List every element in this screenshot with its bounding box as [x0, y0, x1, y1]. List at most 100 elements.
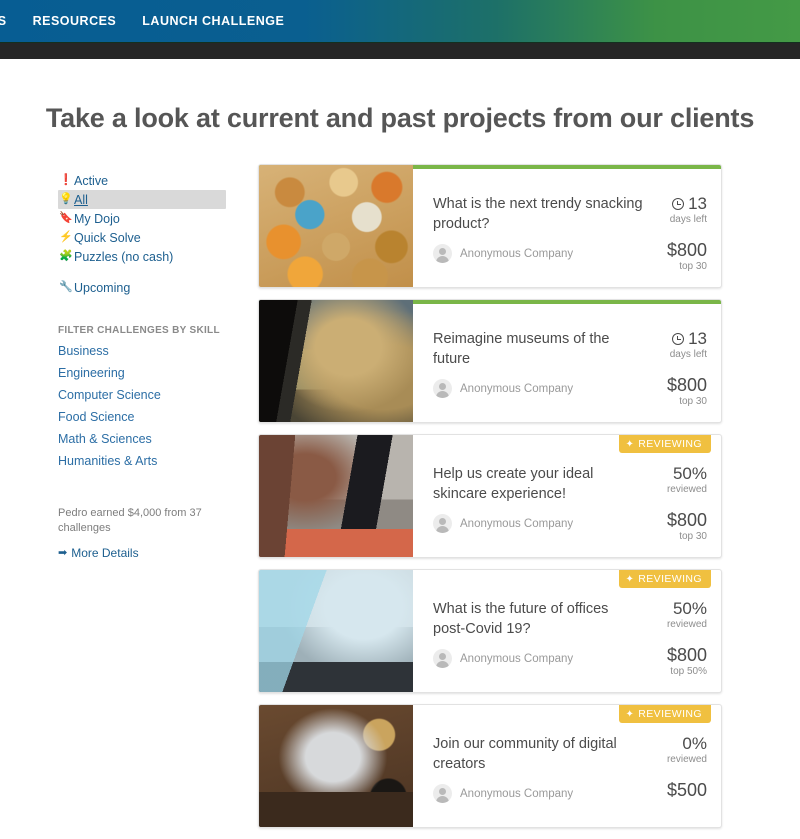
avatar [433, 514, 452, 533]
woman-phone-photo [259, 435, 413, 558]
card-prize-amount: $800 [611, 646, 707, 665]
card-metrics: 50%reviewed $800top 50% [611, 600, 707, 677]
sidebar-item-label: My Dojo [74, 212, 120, 226]
status-badge-label: REVIEWING [638, 708, 702, 720]
challenge-card[interactable]: Help us create your ideal skincare exper… [258, 434, 722, 558]
skill-filter-business[interactable]: Business [58, 344, 226, 358]
card-metric-primary-value: 0% [682, 735, 707, 753]
magnifier-icon: ✦ [626, 709, 635, 720]
bolt-icon: ⚡ [58, 232, 74, 243]
snack-bowls-photo [259, 165, 413, 288]
challenge-card[interactable]: Join our community of digital creatorsAn… [258, 704, 722, 828]
sidebar-spacer [58, 266, 226, 278]
status-badge: ✦REVIEWING [619, 570, 711, 588]
more-details-link[interactable]: ➡ More Details [58, 546, 226, 560]
card-metrics: 13days left $800top 30 [611, 195, 707, 272]
avatar [433, 784, 452, 803]
museum-giraffe-photo [259, 300, 413, 423]
lightbulb-icon: 💡 [58, 194, 74, 205]
status-badge-label: REVIEWING [638, 438, 702, 450]
card-prize-amount: $800 [611, 511, 707, 530]
exclamation-icon: ❗ [58, 175, 74, 186]
card-metrics: 13days left $800top 30 [611, 330, 707, 407]
skill-filter-humanities-arts[interactable]: Humanities & Arts [58, 454, 226, 468]
card-metric-primary-label: days left [611, 349, 707, 360]
challenge-card-list: What is the next trendy snacking product… [258, 164, 722, 839]
company-name: Anonymous Company [460, 653, 573, 665]
page-title: Take a look at current and past projects… [0, 103, 800, 134]
avatar [433, 244, 452, 263]
page-content: Take a look at current and past projects… [0, 59, 800, 800]
wrench-icon: 🔧 [58, 282, 74, 293]
skill-filter-math-sciences[interactable]: Math & Sciences [58, 432, 226, 446]
card-thumbnail [259, 300, 413, 423]
sidebar-item-quick-solve[interactable]: ⚡ Quick Solve [58, 228, 226, 247]
laptop-desk-photo [259, 705, 413, 828]
card-metric-primary-value: 50% [673, 465, 707, 483]
card-metric-primary-value: 13 [688, 195, 707, 213]
clock-icon [672, 333, 684, 345]
card-prize-label: top 30 [611, 261, 707, 272]
skill-filter-computer-science[interactable]: Computer Science [58, 388, 226, 402]
filter-heading: FILTER CHALLENGES BY SKILL [58, 325, 226, 336]
nav-item-solutions[interactable]: ONS [0, 14, 7, 28]
sidebar-item-label: Quick Solve [74, 231, 141, 245]
more-details-label: More Details [71, 546, 138, 560]
card-metric-primary-value: 13 [688, 330, 707, 348]
status-badge: ✦REVIEWING [619, 705, 711, 723]
secondary-dark-bar [0, 42, 800, 59]
card-metric-primary: 50% [611, 600, 707, 618]
sidebar-item-active[interactable]: ❗ Active [58, 171, 226, 190]
sidebar-item-my-dojo[interactable]: 🔖 My Dojo [58, 209, 226, 228]
card-prize-amount: $800 [611, 376, 707, 395]
card-prize-amount: $800 [611, 241, 707, 260]
status-badge: ✦REVIEWING [619, 435, 711, 453]
clock-icon [672, 198, 684, 210]
card-metric-primary-label: days left [611, 214, 707, 225]
card-prize-amount: $500 [611, 781, 707, 800]
earnings-summary: Pedro earned $4,000 from 37 challenges [58, 506, 208, 536]
card-prize-label: top 50% [611, 666, 707, 677]
challenge-card[interactable]: What is the future of offices post-Covid… [258, 569, 722, 693]
skill-filter-engineering[interactable]: Engineering [58, 366, 226, 380]
card-thumbnail [259, 435, 413, 558]
card-metric-primary: 50% [611, 465, 707, 483]
nav-item-launch-challenge[interactable]: LAUNCH CHALLENGE [142, 14, 284, 28]
magnifier-icon: ✦ [626, 439, 635, 450]
card-prize-label: top 30 [611, 531, 707, 542]
sidebar-item-label: Upcoming [74, 281, 130, 295]
card-thumbnail [259, 165, 413, 288]
card-metric-primary: 0% [611, 735, 707, 753]
card-metric-primary-label: reviewed [611, 619, 707, 630]
sidebar-item-all[interactable]: 💡 All [58, 190, 226, 209]
bookmark-icon: 🔖 [58, 213, 74, 224]
avatar [433, 649, 452, 668]
sidebar-item-label: Active [74, 174, 108, 188]
skill-filter-food-science[interactable]: Food Science [58, 410, 226, 424]
futuristic-office-photo [259, 570, 413, 693]
card-metric-primary-value: 50% [673, 600, 707, 618]
card-metric-primary-label: reviewed [611, 754, 707, 765]
card-prize-label: top 30 [611, 396, 707, 407]
sidebar-item-puzzles[interactable]: 🧩 Puzzles (no cash) [58, 247, 226, 266]
magnifier-icon: ✦ [626, 574, 635, 585]
avatar [433, 379, 452, 398]
company-name: Anonymous Company [460, 383, 573, 395]
sidebar-item-label: Puzzles (no cash) [74, 250, 173, 264]
puzzle-icon: 🧩 [58, 251, 74, 262]
card-metric-primary-label: reviewed [611, 484, 707, 495]
nav-item-resources[interactable]: RESOURCES [33, 14, 117, 28]
top-navigation-bar: ONS RESOURCES LAUNCH CHALLENGE [0, 0, 800, 42]
card-metrics: 50%reviewed $800top 30 [611, 465, 707, 542]
sidebar-item-upcoming[interactable]: 🔧 Upcoming [58, 278, 226, 297]
status-badge-label: REVIEWING [638, 573, 702, 585]
card-metrics: 0%reviewed $500 [611, 735, 707, 800]
company-name: Anonymous Company [460, 518, 573, 530]
arrow-circle-right-icon: ➡ [58, 546, 67, 559]
company-name: Anonymous Company [460, 788, 573, 800]
challenge-card[interactable]: What is the next trendy snacking product… [258, 164, 722, 288]
challenge-card[interactable]: Reimagine museums of the futureAnonymous… [258, 299, 722, 423]
card-thumbnail [259, 705, 413, 828]
sidebar: ❗ Active 💡 All 🔖 My Dojo ⚡ Quick Solve 🧩… [58, 171, 226, 560]
sidebar-item-label: All [74, 193, 88, 207]
